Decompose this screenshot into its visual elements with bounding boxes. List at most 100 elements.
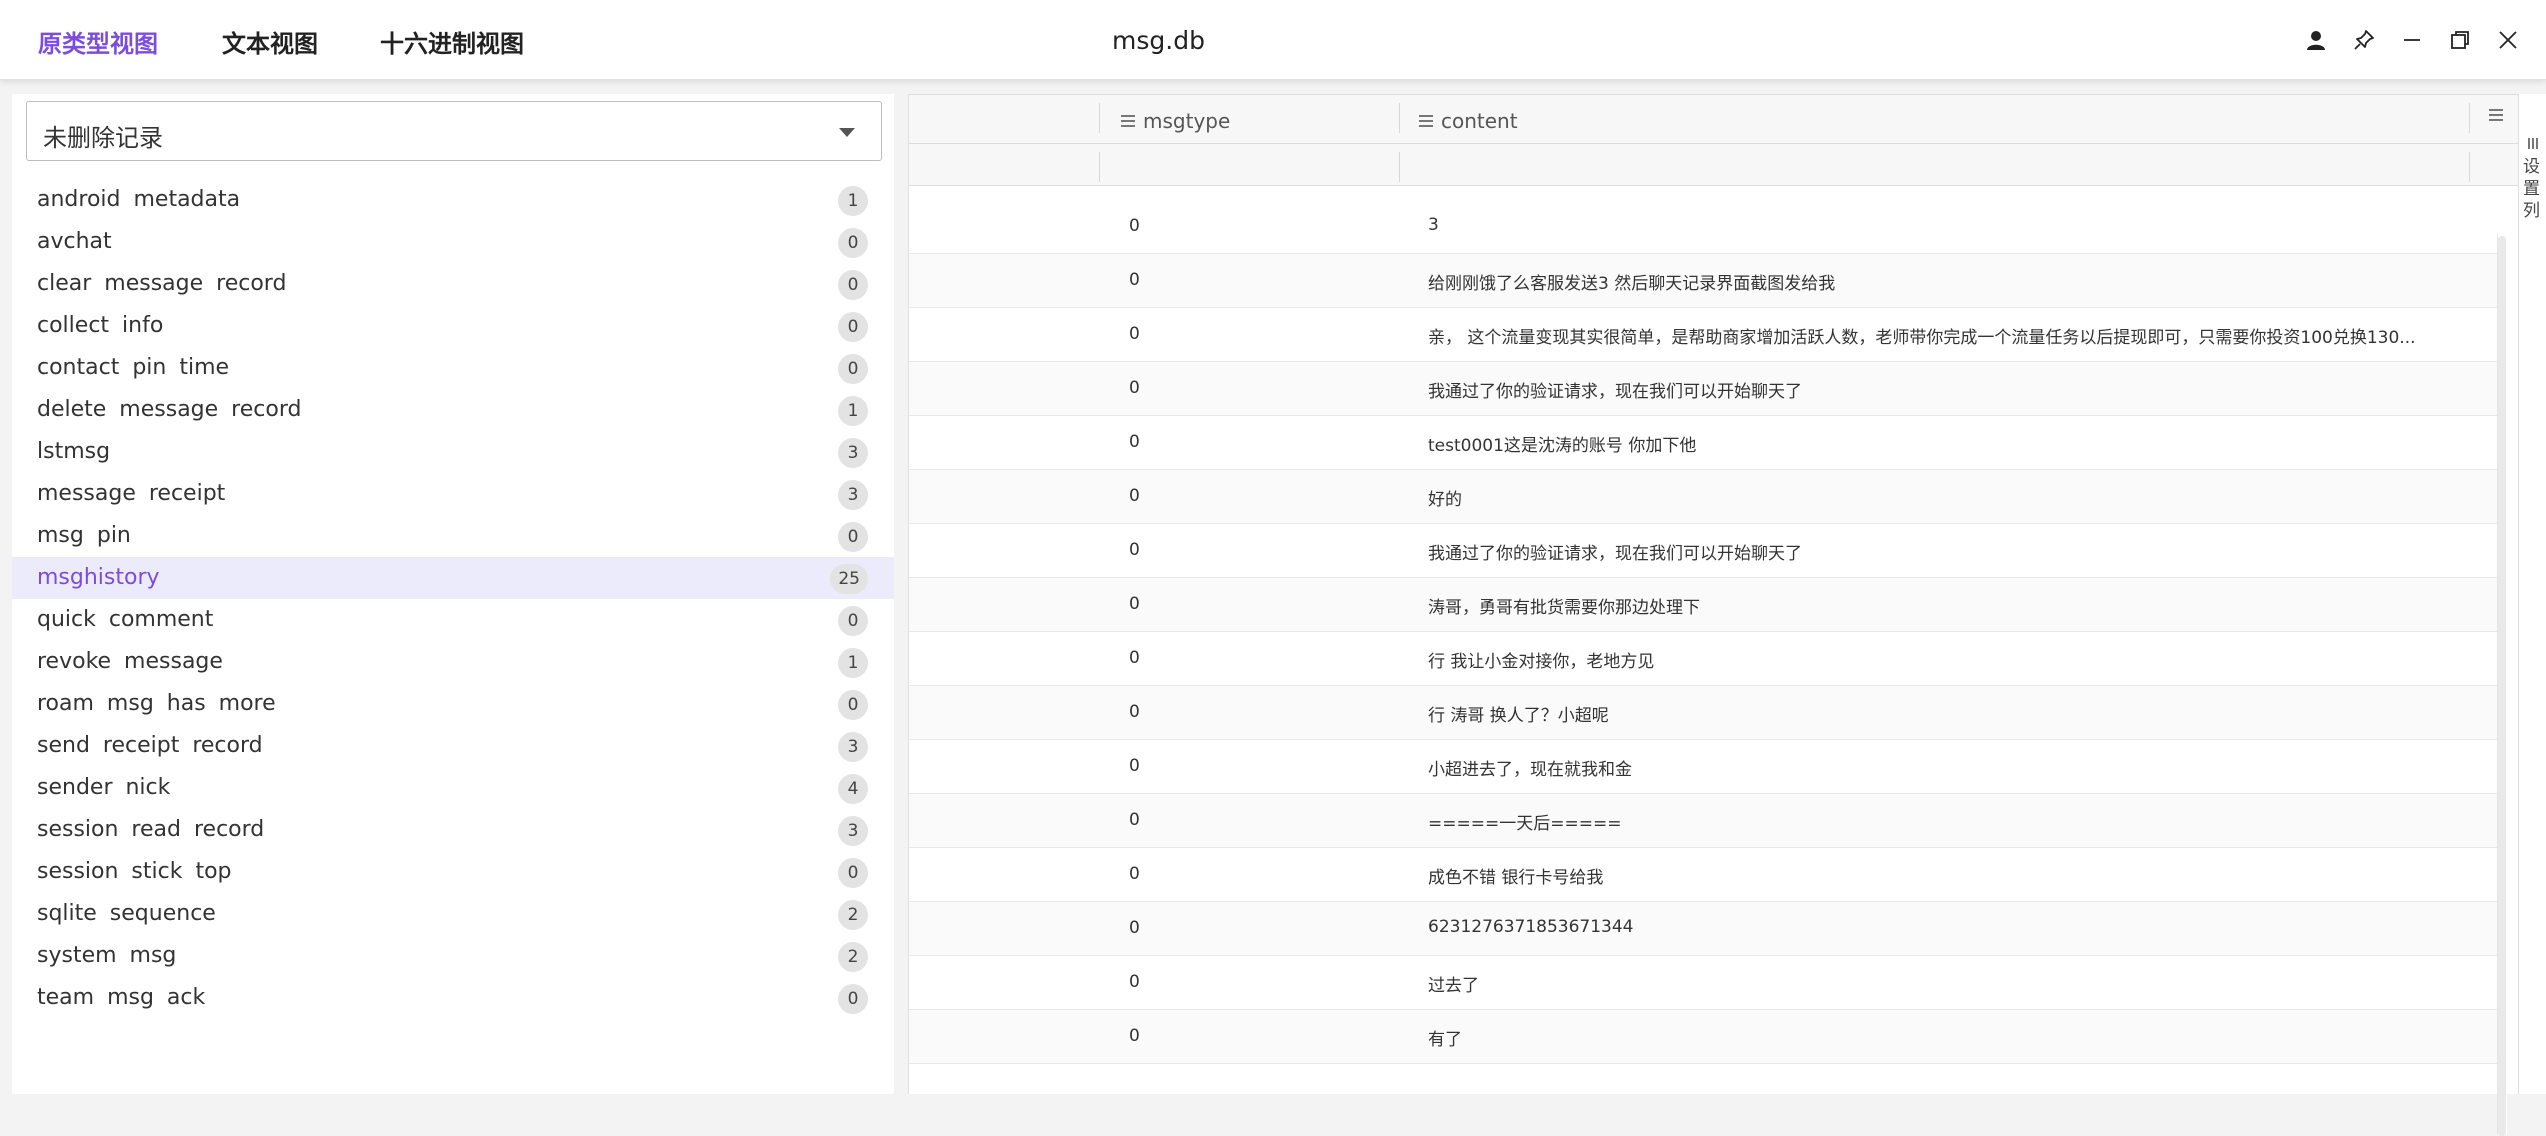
table-item-label: lstmsg bbox=[37, 439, 111, 464]
table-item-label: sqlite sequence bbox=[37, 901, 216, 926]
cell-content: 有了 bbox=[1428, 1030, 1462, 1050]
cell-msgtype: 0 bbox=[1129, 756, 1140, 776]
count-badge: 0 bbox=[838, 312, 868, 342]
count-badge: 2 bbox=[838, 900, 868, 930]
tab-text-view[interactable]: 文本视图 bbox=[222, 24, 318, 59]
count-badge: 1 bbox=[838, 648, 868, 678]
table-row[interactable]: 03 bbox=[909, 200, 2497, 254]
table-row[interactable]: 0 =====一天后===== bbox=[909, 794, 2497, 848]
table-item-contact-pin-time[interactable]: contact pin time 0 bbox=[12, 347, 894, 389]
table-item-message-receipt[interactable]: message receipt 3 bbox=[12, 473, 894, 515]
cell-msgtype: 0 bbox=[1129, 378, 1140, 398]
close-icon[interactable] bbox=[2490, 22, 2526, 58]
table-row[interactable]: 0 我通过了你的验证请求，现在我们可以开始聊天了 bbox=[909, 524, 2497, 578]
table-item-session-read-record[interactable]: session read record 3 bbox=[12, 809, 894, 851]
cell-content: 亲， 这个流量变现其实很简单，是帮助商家增加活跃人数，老师带你完成一个流量任务以… bbox=[1428, 328, 2416, 348]
table-item-msghistory[interactable]: msghistory 25 bbox=[12, 557, 894, 599]
table-item-send-receipt-record[interactable]: send receipt record 3 bbox=[12, 725, 894, 767]
table-item-system-msg[interactable]: system msg 2 bbox=[12, 935, 894, 977]
count-badge: 3 bbox=[838, 732, 868, 762]
table-row[interactable]: 0 给刚刚饿了么客服发送3 然后聊天记录界面截图发给我 bbox=[909, 254, 2497, 308]
table-item-label: quick comment bbox=[37, 607, 214, 632]
settings-column-button[interactable]: 设置列 bbox=[2518, 94, 2546, 1094]
column-menu-icon[interactable] bbox=[1419, 115, 1433, 127]
column-separator bbox=[1399, 152, 1400, 182]
cell-content: 成色不错 银行卡号给我 bbox=[1428, 868, 1604, 888]
table-item-msg-pin[interactable]: msg pin 0 bbox=[12, 515, 894, 557]
table-item-label: android metadata bbox=[37, 187, 241, 212]
table-row[interactable]: 0 有了 bbox=[909, 1010, 2497, 1064]
column-header-msgtype[interactable]: msgtype bbox=[1121, 109, 1230, 133]
table-item-label: collect info bbox=[37, 313, 164, 338]
cell-content: 小超进去了，现在就我和金 bbox=[1428, 760, 1632, 780]
columns-icon bbox=[2528, 138, 2540, 149]
table-row[interactable]: 0 行 涛哥 换人了？小超呢 bbox=[909, 686, 2497, 740]
cell-content: 行 涛哥 换人了？小超呢 bbox=[1428, 706, 1609, 726]
count-badge: 0 bbox=[838, 984, 868, 1014]
table-list: android metadata 1 avchat 0 clear message … bbox=[12, 179, 894, 1019]
table-item-clear-message-record[interactable]: clear message record 0 bbox=[12, 263, 894, 305]
column-separator[interactable] bbox=[1399, 103, 1400, 133]
table-item-label: sender nick bbox=[37, 775, 171, 800]
cell-content: 涛哥，勇哥有批货需要你那边处理下 bbox=[1428, 598, 1700, 618]
table-item-sqlite-sequence[interactable]: sqlite sequence 2 bbox=[12, 893, 894, 935]
pin-icon[interactable] bbox=[2346, 22, 2382, 58]
column-header-next[interactable] bbox=[2489, 109, 2511, 121]
table-row[interactable]: 0 好的 bbox=[909, 470, 2497, 524]
table-row[interactable]: 0 6231276371853671344 bbox=[909, 902, 2497, 956]
cell-content: test0001这是沈涛的账号 你加下他 bbox=[1428, 436, 1697, 456]
table-item-avchat[interactable]: avchat 0 bbox=[12, 221, 894, 263]
count-badge: 0 bbox=[838, 522, 868, 552]
table-item-delete-message-record[interactable]: delete message record 1 bbox=[12, 389, 894, 431]
tab-hex-view[interactable]: 十六进制视图 bbox=[380, 24, 524, 59]
column-separator[interactable] bbox=[2469, 103, 2470, 133]
table-item-label: clear message record bbox=[37, 271, 287, 296]
count-badge: 25 bbox=[830, 564, 868, 594]
data-grid: msgtype content 03 0 给刚刚饿了么客服发送3 然后聊天记录界面… bbox=[908, 94, 2519, 1136]
tab-raw-type-view[interactable]: 原类型视图 bbox=[38, 24, 158, 59]
count-badge: 3 bbox=[838, 816, 868, 846]
table-item-collect-info[interactable]: collect info 0 bbox=[12, 305, 894, 347]
table-item-label: message receipt bbox=[37, 481, 226, 506]
cell-content: 好的 bbox=[1428, 490, 1462, 510]
table-item-label: system msg bbox=[37, 943, 177, 968]
table-row[interactable]: 0 过去了 bbox=[909, 956, 2497, 1010]
table-item-label: session read record bbox=[37, 817, 265, 842]
table-row[interactable]: 0 小超进去了，现在就我和金 bbox=[909, 740, 2497, 794]
user-icon[interactable] bbox=[2298, 22, 2334, 58]
record-filter-select[interactable]: 未删除记录 bbox=[26, 101, 882, 161]
table-row[interactable]: 0 亲， 这个流量变现其实很简单，是帮助商家增加活跃人数，老师带你完成一个流量任务… bbox=[909, 308, 2497, 362]
column-header-content[interactable]: content bbox=[1419, 109, 1518, 133]
column-menu-icon[interactable] bbox=[2489, 109, 2503, 121]
table-item-sender-nick[interactable]: sender nick 4 bbox=[12, 767, 894, 809]
title-bar: 原类型视图 文本视图 十六进制视图 msg.db bbox=[0, 0, 2546, 80]
table-item-team-msg-ack[interactable]: team msg ack 0 bbox=[12, 977, 894, 1019]
minimize-icon[interactable] bbox=[2394, 22, 2430, 58]
table-item-android-metadata[interactable]: android metadata 1 bbox=[12, 179, 894, 221]
table-row[interactable]: 0 涛哥，勇哥有批货需要你那边处理下 bbox=[909, 578, 2497, 632]
table-item-roam-msg-has-more[interactable]: roam msg has more 0 bbox=[12, 683, 894, 725]
table-row[interactable]: 0 行 我让小金对接你，老地方见 bbox=[909, 632, 2497, 686]
table-item-quick-comment[interactable]: quick comment 0 bbox=[12, 599, 894, 641]
restore-icon[interactable] bbox=[2442, 22, 2478, 58]
count-badge: 0 bbox=[838, 354, 868, 384]
column-separator[interactable] bbox=[1099, 103, 1100, 133]
table-row[interactable]: 0 成色不错 银行卡号给我 bbox=[909, 848, 2497, 902]
table-row[interactable]: 0 test0001这是沈涛的账号 你加下他 bbox=[909, 416, 2497, 470]
count-badge: 1 bbox=[838, 186, 868, 216]
count-badge: 1 bbox=[838, 396, 868, 426]
scrollbar-thumb[interactable] bbox=[2498, 236, 2506, 1136]
count-badge: 3 bbox=[838, 480, 868, 510]
table-item-session-stick-top[interactable]: session stick top 0 bbox=[12, 851, 894, 893]
table-item-label: delete message record bbox=[37, 397, 302, 422]
cell-content: 我通过了你的验证请求，现在我们可以开始聊天了 bbox=[1428, 382, 1802, 402]
cell-msgtype: 0 bbox=[1129, 702, 1140, 722]
table-row[interactable]: 0 我通过了你的验证请求，现在我们可以开始聊天了 bbox=[909, 362, 2497, 416]
table-item-lstmsg[interactable]: lstmsg 3 bbox=[12, 431, 894, 473]
table-item-revoke-message[interactable]: revoke message 1 bbox=[12, 641, 894, 683]
cell-msgtype: 0 bbox=[1129, 864, 1140, 884]
cell-content: 我通过了你的验证请求，现在我们可以开始聊天了 bbox=[1428, 544, 1802, 564]
column-menu-icon[interactable] bbox=[1121, 115, 1135, 127]
count-badge: 0 bbox=[838, 606, 868, 636]
cell-msgtype: 0 bbox=[1129, 432, 1140, 452]
